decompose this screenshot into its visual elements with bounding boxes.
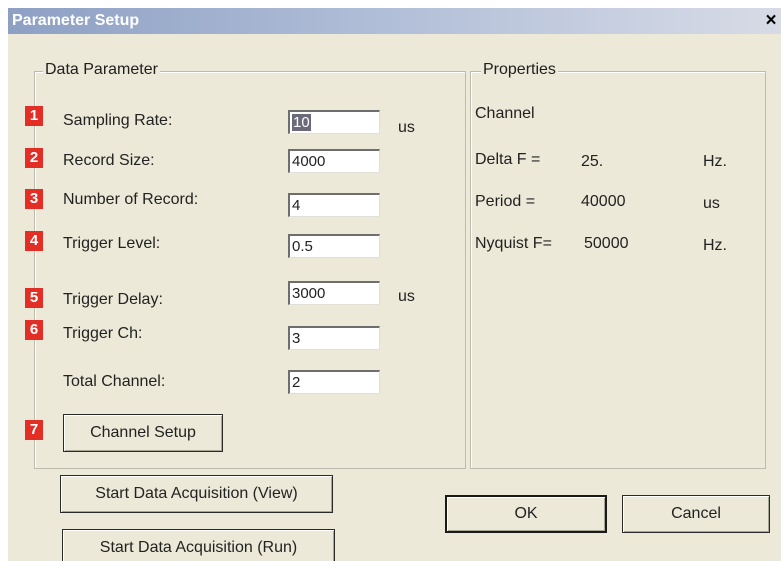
total-channel-value: 2	[292, 374, 301, 391]
nyquist-f-value: 50000	[584, 235, 629, 252]
parameter-setup-dialog: Parameter Setup × Data Parameter Propert…	[8, 8, 781, 561]
period-value: 40000	[581, 193, 626, 210]
number-of-record-input[interactable]: 4	[288, 193, 380, 217]
data-parameter-legend: Data Parameter	[43, 61, 160, 79]
nyquist-f-label: Nyquist F=	[475, 235, 552, 252]
sampling-rate-value: 10	[292, 114, 311, 131]
trigger-delay-input[interactable]: 3000	[288, 281, 380, 305]
nyquist-f-unit: Hz.	[703, 237, 727, 254]
trigger-level-label: Trigger Level:	[63, 235, 161, 252]
total-channel-input[interactable]: 2	[288, 370, 380, 394]
trigger-level-value: 0.5	[292, 238, 313, 255]
start-acquisition-run-button[interactable]: Start Data Acquisition (Run)	[62, 529, 335, 561]
number-of-record-label: Number of Record:	[63, 191, 199, 208]
channel-setup-button[interactable]: Channel Setup	[63, 414, 223, 452]
trigger-delay-unit: us	[398, 288, 415, 305]
close-button[interactable]: ×	[762, 11, 780, 31]
trigger-delay-label: Trigger Delay:	[63, 291, 163, 308]
record-size-value: 4000	[292, 153, 326, 170]
start-acquisition-view-button[interactable]: Start Data Acquisition (View)	[60, 475, 333, 513]
sampling-rate-unit: us	[398, 119, 415, 136]
marker-1: 1	[25, 106, 43, 126]
delta-f-label: Delta F =	[475, 151, 541, 168]
trigger-delay-value: 3000	[292, 285, 326, 302]
trigger-ch-label: Trigger Ch:	[63, 325, 143, 342]
trigger-ch-value: 3	[292, 330, 301, 347]
delta-f-value: 25.	[581, 153, 604, 170]
marker-4: 4	[25, 231, 43, 251]
record-size-input[interactable]: 4000	[288, 149, 380, 173]
period-unit: us	[703, 195, 720, 212]
ok-button[interactable]: OK	[445, 495, 607, 533]
record-size-label: Record Size:	[63, 152, 155, 169]
title-bar[interactable]: Parameter Setup ×	[8, 8, 781, 34]
period-label: Period =	[475, 193, 536, 210]
total-channel-label: Total Channel:	[63, 373, 166, 390]
sampling-rate-label: Sampling Rate:	[63, 112, 173, 129]
properties-channel-label: Channel	[475, 105, 535, 122]
marker-2: 2	[25, 148, 43, 168]
delta-f-unit: Hz.	[703, 153, 727, 170]
marker-6: 6	[25, 320, 43, 340]
trigger-ch-input[interactable]: 3	[288, 326, 380, 350]
marker-7: 7	[25, 420, 43, 440]
cancel-button[interactable]: Cancel	[622, 495, 770, 533]
properties-group: Properties	[470, 61, 766, 469]
trigger-level-input[interactable]: 0.5	[288, 234, 380, 258]
window-title: Parameter Setup	[12, 12, 140, 29]
marker-3: 3	[25, 189, 43, 209]
number-of-record-value: 4	[292, 197, 301, 214]
properties-legend: Properties	[481, 61, 558, 79]
sampling-rate-input[interactable]: 10	[288, 110, 380, 134]
marker-5: 5	[25, 288, 43, 308]
